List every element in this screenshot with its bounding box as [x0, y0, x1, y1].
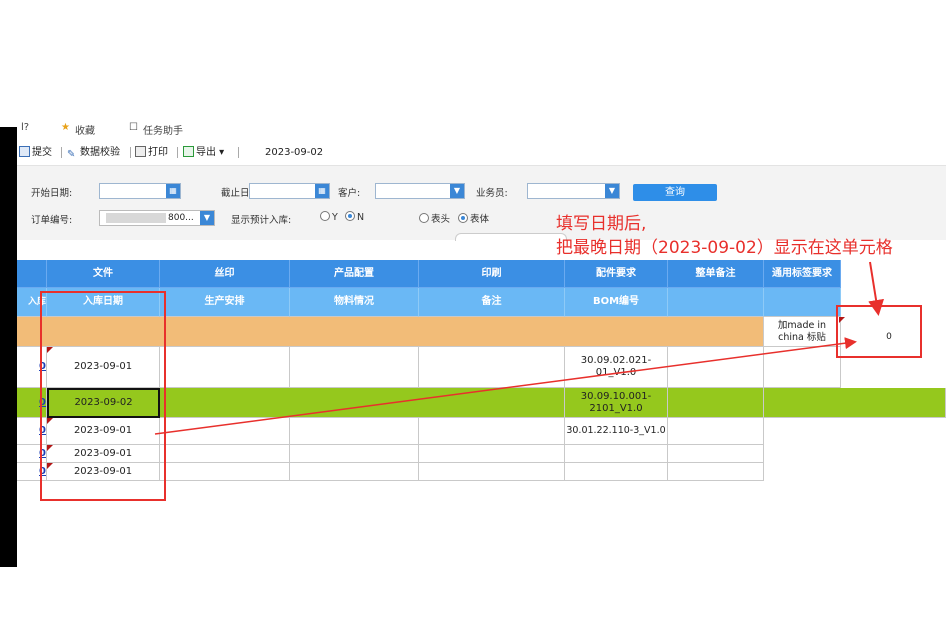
annotation-arrows [154, 261, 885, 435]
arrow-from-annotation [868, 261, 885, 316]
arrow-to-target-cell [154, 337, 857, 435]
